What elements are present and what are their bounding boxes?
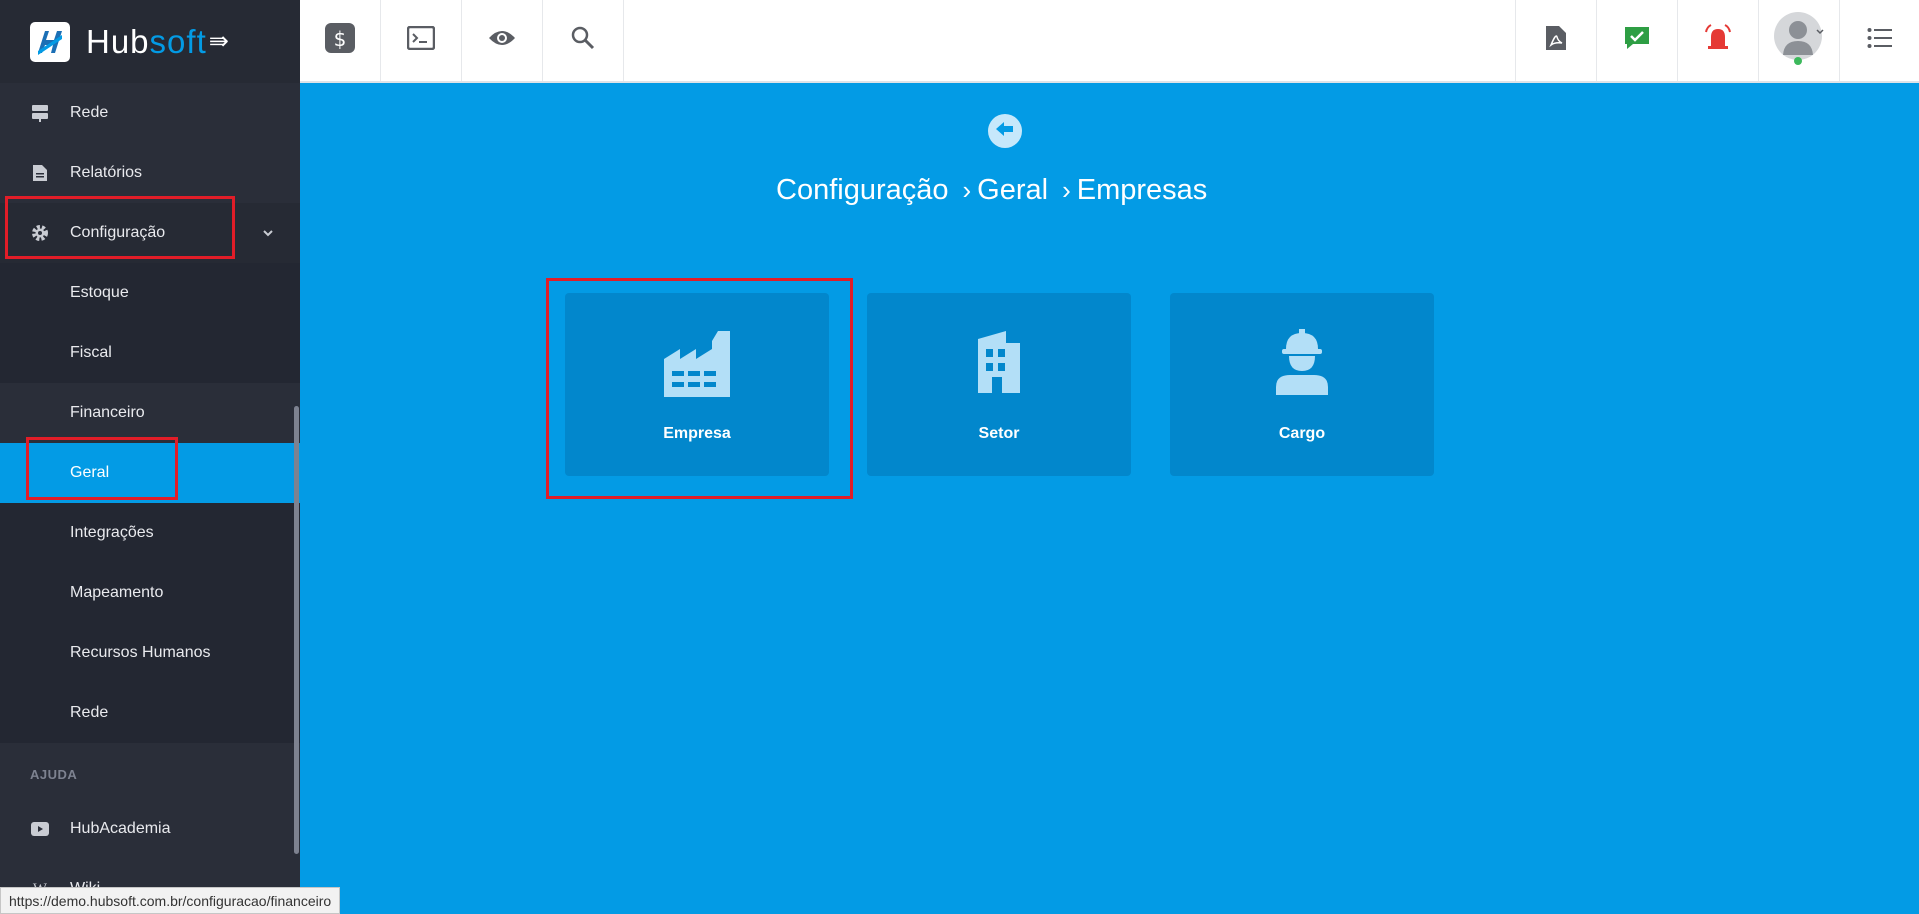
tile-label: Cargo [1278,425,1326,442]
server-icon [28,101,52,125]
sidebar: Hubsoft ⇛ Rede Relatórios Configuração E… [0,0,300,914]
list-icon [1867,27,1893,54]
sidebar-item-label: Geral [70,464,110,481]
sidebar-item-label: Financeiro [70,404,145,421]
search-icon [571,26,595,55]
logo[interactable]: Hubsoft ⇛ [0,0,300,83]
sidebar-item-estoque[interactable]: Estoque [0,263,300,323]
breadcrumb-item-empresas: Empresas [1076,174,1208,206]
breadcrumb: Configuração › Geral › Empresas [776,174,1207,207]
logo-text-soft: soft [149,22,207,60]
sidebar-item-label: Rede [70,104,109,121]
sidebar-item-label: Relatórios [70,164,143,181]
sidebar-item-label: Fiscal [70,344,112,361]
sidebar-item-label: Recursos Humanos [70,644,211,661]
chat-check-icon [1623,25,1651,56]
status-bar-url: https://demo.hubsoft.com.br/configuracao… [0,887,341,914]
sidebar-item-label: HubAcademia [70,820,171,837]
breadcrumb-separator-icon: › [1062,175,1071,205]
chat-button[interactable] [1596,0,1677,81]
pdf-button[interactable] [1515,0,1596,81]
user-menu-button[interactable] [1758,0,1839,81]
terminal-icon [406,25,436,55]
gear-icon [28,221,52,245]
sidebar-item-hubacademia[interactable]: HubAcademia [0,799,300,859]
sidebar-item-label: Mapeamento [70,584,164,601]
eye-icon [488,29,516,52]
sidebar-item-rede[interactable]: Rede [0,83,300,143]
tile-label: Empresa [663,425,731,442]
sidebar-scrollbar[interactable] [294,406,299,854]
chevron-down-icon [262,225,274,243]
breadcrumb-separator-icon: › [962,175,972,205]
sidebar-item-configuracao[interactable]: Configuração [0,203,300,263]
breadcrumb-item-geral[interactable]: Geral [977,174,1048,206]
view-button[interactable] [462,0,543,81]
tile-cargo[interactable]: Cargo [1170,293,1434,476]
tile-empresa[interactable]: Empresa [565,293,829,476]
tile-setor[interactable]: Setor [867,293,1131,476]
alarm-icon [1703,24,1733,57]
logo-text-hub: Hub [86,22,150,60]
sidebar-item-label: Integrações [70,524,154,541]
worker-icon [1170,329,1434,395]
sidebar-item-financeiro[interactable]: Financeiro [0,383,300,443]
dollar-icon: $ [324,22,356,59]
sidebar-item-relatorios[interactable]: Relatórios [0,143,300,203]
terminal-button[interactable] [381,0,462,81]
breadcrumb-item-configuracao[interactable]: Configuração [776,174,949,206]
section-label-ajuda: AJUDA [30,766,78,782]
sidebar-item-rede-sub[interactable]: Rede [0,683,300,743]
sidebar-item-recursos-humanos[interactable]: Recursos Humanos [0,623,300,683]
sidebar-item-geral[interactable]: Geral [0,443,300,503]
back-button[interactable] [988,114,1022,148]
alarm-button[interactable] [1677,0,1758,81]
arrow-left-icon [996,121,1014,142]
list-menu-button[interactable] [1839,0,1919,81]
search-button[interactable] [543,0,624,81]
file-icon [28,161,52,185]
svg-text:$: $ [334,27,347,51]
building-icon [867,329,1131,393]
pdf-icon [1545,25,1567,56]
logo-arrow-icon: ⇛ [208,28,229,55]
youtube-icon [28,817,52,841]
sidebar-item-mapeamento[interactable]: Mapeamento [0,563,300,623]
avatar [1774,11,1824,70]
top-bar: $ [300,0,1919,83]
finance-button[interactable]: $ [300,0,381,81]
sidebar-item-label: Rede [70,704,109,721]
tile-label: Setor [978,425,1020,442]
sidebar-item-fiscal[interactable]: Fiscal [0,323,300,383]
sidebar-item-label: Configuração [70,224,166,241]
sidebar-item-label: Estoque [70,284,129,301]
factory-icon [565,329,829,397]
sidebar-item-integracoes[interactable]: Integrações [0,503,300,563]
sidebar-menu: Rede Relatórios Configuração Estoque Fis… [0,83,300,914]
hubsoft-logo-icon [30,21,70,62]
